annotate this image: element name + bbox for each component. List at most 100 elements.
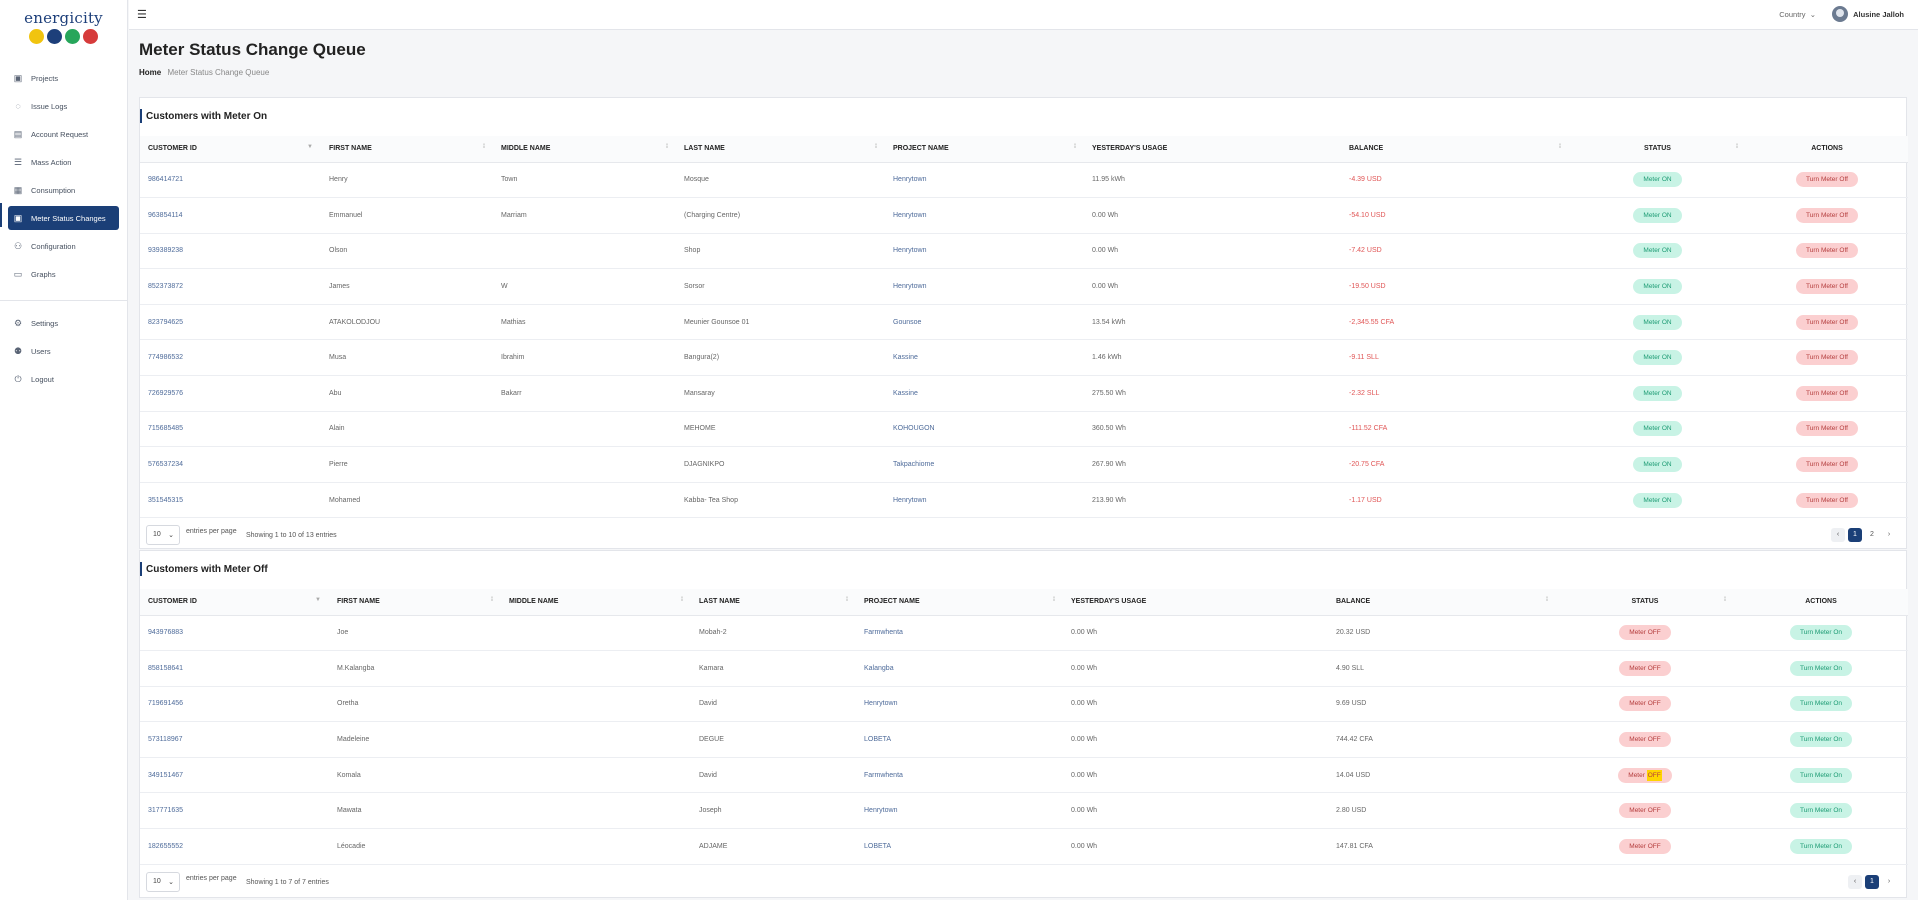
column-header[interactable]: PROJECT NAME ⁞ [856,589,1063,616]
customer-id[interactable]: 351545315 [140,482,321,519]
column-header[interactable]: FIRST NAME ⁞ [321,136,493,163]
project-name[interactable]: Kassine [885,375,1084,412]
customer-id[interactable]: 774986532 [140,339,321,377]
customer-id[interactable]: 943976883 [140,615,329,652]
toggle-meter-button[interactable]: Turn Meter On [1789,803,1853,819]
sidebar-item-consumption[interactable]: ▦ Consumption [8,178,119,202]
sort-icon[interactable]: ⁞ [483,144,485,150]
country-select[interactable]: Country ⌄ [1779,10,1816,19]
project-name[interactable]: Henrytown [885,233,1084,270]
column-header[interactable]: PROJECT NAME ⁞ [885,136,1084,163]
toggle-meter-button[interactable]: Turn Meter On [1789,696,1853,712]
sidebar-item-account-request[interactable]: ▤ Account Request [8,122,119,146]
sidebar-item-projects[interactable]: ▣ Projects [8,66,119,90]
customer-id[interactable]: 858158641 [140,650,329,687]
toggle-meter-button[interactable]: Turn Meter Off [1796,243,1858,259]
project-name[interactable]: Henrytown [885,268,1084,305]
toggle-meter-button[interactable]: Turn Meter On [1789,625,1853,641]
project-name[interactable]: KOHOUGON [885,411,1084,448]
prev-page-icon[interactable]: ‹ [1848,874,1862,889]
sidebar-item-logout[interactable]: ⏻ Logout [8,367,119,391]
page-button[interactable]: 1 [1865,874,1879,889]
toggle-meter-button[interactable]: Turn Meter Off [1796,385,1858,401]
toggle-meter-button[interactable]: Turn Meter Off [1796,279,1858,295]
page-size-select[interactable]: 10 ⌄ [146,525,180,546]
page-size-select[interactable]: 10 ⌄ [146,871,180,892]
next-page-icon[interactable]: › [1882,528,1896,542]
customer-id[interactable]: 349151467 [140,757,329,794]
page-button[interactable]: 2 [1865,528,1879,542]
project-name[interactable]: Takpachiome [885,446,1084,483]
next-page-icon[interactable]: › [1882,875,1896,889]
toggle-meter-button[interactable]: Turn Meter Off [1796,172,1858,188]
sort-icon[interactable]: ⁞ [1074,144,1076,150]
sort-icon[interactable]: ⁞ [875,144,877,150]
column-header[interactable]: STATUS ⁞ [1569,136,1746,163]
project-name[interactable]: Henrytown [885,162,1084,199]
sidebar-item-mass-action[interactable]: ☰ Mass Action [8,150,119,174]
sort-icon[interactable]: ⁞ [1546,597,1548,603]
column-header[interactable]: LAST NAME ⁞ [691,589,856,616]
customer-id[interactable]: 986414721 [140,162,321,199]
user-menu[interactable]: Alusine Jalloh [1832,6,1904,22]
column-header[interactable]: CUSTOMER ID ▼ [140,589,329,616]
project-name[interactable]: Farmwhenta [856,757,1063,794]
sort-icon[interactable]: ⁞ [1724,597,1726,603]
project-name[interactable]: Kalangba [856,650,1063,687]
customer-id[interactable]: 852373872 [140,268,321,305]
customer-id[interactable]: 719691456 [140,686,329,723]
sort-icon[interactable]: ⁞ [681,597,683,603]
customer-id[interactable]: 726929576 [140,375,321,412]
column-header[interactable]: YESTERDAY'S USAGE [1063,589,1328,616]
toggle-meter-button[interactable]: Turn Meter Off [1796,492,1858,508]
sidebar-item-meter-status-changes[interactable]: ▣ Meter Status Changes [8,206,119,230]
toggle-meter-button[interactable]: Turn Meter On [1789,838,1853,854]
breadcrumb-home[interactable]: Home [139,68,161,77]
sort-icon[interactable]: ⁞ [666,144,668,150]
project-name[interactable]: Farmwhenta [856,615,1063,652]
customer-id[interactable]: 573118967 [140,721,329,758]
column-header[interactable]: ACTIONS [1734,589,1908,616]
column-header[interactable]: FIRST NAME ⁞ [329,589,501,616]
toggle-meter-button[interactable]: Turn Meter On [1789,767,1853,783]
brand-logo[interactable]: energicity [0,0,127,54]
toggle-meter-button[interactable]: Turn Meter On [1789,732,1853,748]
toggle-meter-button[interactable]: Turn Meter Off [1796,314,1858,330]
sort-icon[interactable]: ⁞ [846,597,848,603]
toggle-meter-button[interactable]: Turn Meter Off [1796,350,1858,366]
customer-id[interactable]: 939389238 [140,233,321,270]
column-header[interactable]: CUSTOMER ID ▼ [140,136,321,163]
customer-id[interactable]: 317771635 [140,792,329,830]
column-header[interactable]: BALANCE ⁞ [1341,136,1569,163]
project-name[interactable]: LOBETA [856,828,1063,865]
column-header[interactable]: BALANCE ⁞ [1328,589,1556,616]
customer-id[interactable]: 576537234 [140,446,321,483]
project-name[interactable]: Kassine [885,339,1084,377]
customer-id[interactable]: 715685485 [140,411,321,448]
customer-id[interactable]: 823794625 [140,304,321,341]
toggle-meter-button[interactable]: Turn Meter Off [1796,421,1858,437]
project-name[interactable]: Henrytown [856,792,1063,830]
column-header[interactable]: YESTERDAY'S USAGE [1084,136,1341,163]
sort-icon[interactable]: ⁞ [1736,144,1738,150]
sidebar-item-settings[interactable]: ⚙ Settings [8,311,119,335]
toggle-meter-button[interactable]: Turn Meter On [1789,660,1853,676]
project-name[interactable]: Henrytown [885,482,1084,519]
sidebar-item-users[interactable]: ⚉ Users [8,339,119,363]
customer-id[interactable]: 963854114 [140,197,321,234]
column-header[interactable]: LAST NAME ⁞ [676,136,885,163]
project-name[interactable]: Gounsoe [885,304,1084,341]
sort-desc-icon[interactable]: ▼ [315,597,321,603]
sidebar-item-configuration[interactable]: ⚇ Configuration [8,234,119,258]
sort-icon[interactable]: ⁞ [1053,597,1055,603]
toggle-meter-button[interactable]: Turn Meter Off [1796,207,1858,223]
sort-icon[interactable]: ⁞ [1559,144,1561,150]
project-name[interactable]: Henrytown [885,197,1084,234]
sidebar-item-graphs[interactable]: ▭ Graphs [8,262,119,286]
sort-icon[interactable]: ⁞ [491,597,493,603]
toggle-meter-button[interactable]: Turn Meter Off [1796,457,1858,473]
project-name[interactable]: LOBETA [856,721,1063,758]
menu-toggle-icon[interactable]: ☰ [137,8,147,21]
sort-desc-icon[interactable]: ▼ [307,144,313,150]
prev-page-icon[interactable]: ‹ [1831,528,1845,543]
